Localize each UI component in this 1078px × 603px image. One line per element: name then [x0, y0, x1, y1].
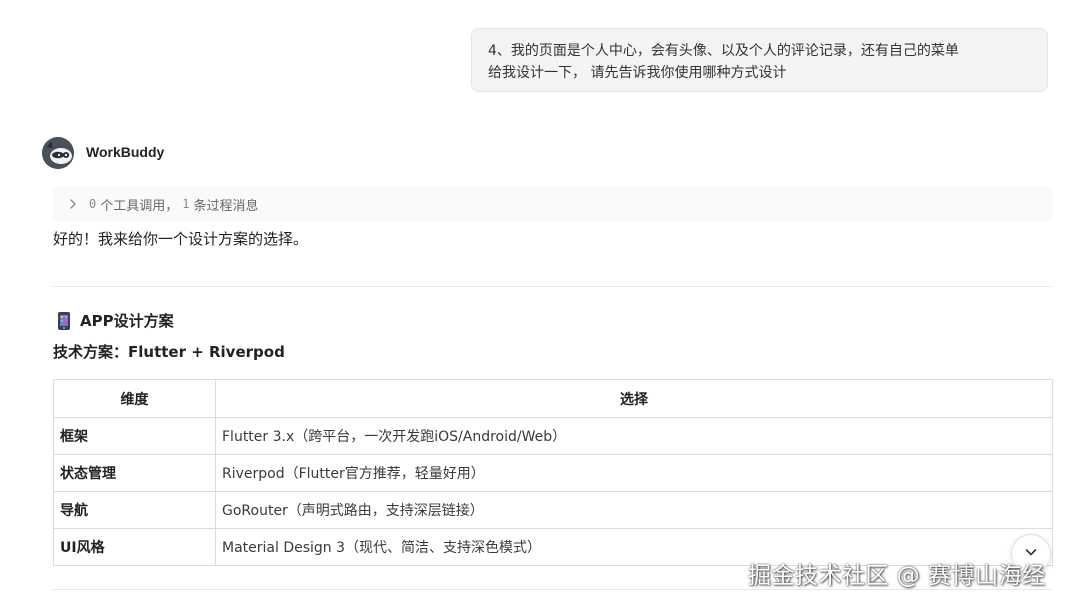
mobile-phone-icon — [56, 311, 72, 331]
plan-heading-text: APP设计方案 — [80, 312, 174, 330]
table-header-row: 维度 选择 — [53, 379, 1053, 418]
table-cell-choice: GoRouter（声明式路由，支持深层链接） — [215, 491, 1053, 529]
tech-stack-table: 维度 选择 框架 Flutter 3.x（跨平台，一次开发跑iOS/Androi… — [53, 379, 1053, 566]
table-row: 导航 GoRouter（声明式路由，支持深层链接） — [53, 491, 1053, 529]
table-cell-dimension: 框架 — [53, 417, 216, 455]
tool-call-count: 0 — [89, 197, 97, 211]
chevron-right-icon[interactable] — [65, 196, 81, 212]
user-message-line-2: 给我设计一下， 请先告诉我你使用哪种方式设计 — [488, 65, 787, 81]
plan-heading: APP设计方案 — [56, 310, 174, 331]
table-cell-dimension: 导航 — [53, 491, 216, 529]
table-cell-choice: Flutter 3.x（跨平台，一次开发跑iOS/Android/Web） — [215, 417, 1053, 455]
table-header-choice: 选择 — [215, 379, 1053, 418]
divider — [53, 286, 1053, 287]
table-cell-dimension: UI风格 — [53, 528, 216, 566]
watermark: 掘金技术社区 @ 赛博山海经 — [748, 563, 1046, 589]
table-cell-choice: Riverpod（Flutter官方推荐，轻量好用） — [215, 454, 1053, 492]
tool-call-label: 个工具调用， — [100, 198, 179, 214]
process-message-label: 条过程消息 — [193, 198, 259, 214]
table-header-dimension: 维度 — [53, 379, 216, 418]
raccoon-avatar-icon — [42, 137, 74, 169]
table-row: 状态管理 Riverpod（Flutter官方推荐，轻量好用） — [53, 454, 1053, 492]
tool-calls-summary[interactable]: 0 个工具调用， 1 条过程消息 — [53, 186, 1053, 222]
assistant-reply-text: 好的！我来给你一个设计方案的选择。 — [53, 230, 309, 248]
user-message-bubble: 4、我的页面是个人中心，会有头像、以及个人的评论记录，还有自己的菜单 给我设计一… — [471, 28, 1048, 92]
user-message-line-1: 4、我的页面是个人中心，会有头像、以及个人的评论记录，还有自己的菜单 — [488, 43, 959, 59]
table-row: 框架 Flutter 3.x（跨平台，一次开发跑iOS/Android/Web） — [53, 417, 1053, 455]
process-message-count: 1 — [182, 197, 190, 211]
tech-stack-heading: 技术方案：Flutter + Riverpod — [53, 343, 285, 361]
assistant-name: WorkBuddy — [86, 144, 165, 160]
table-cell-dimension: 状态管理 — [53, 454, 216, 492]
